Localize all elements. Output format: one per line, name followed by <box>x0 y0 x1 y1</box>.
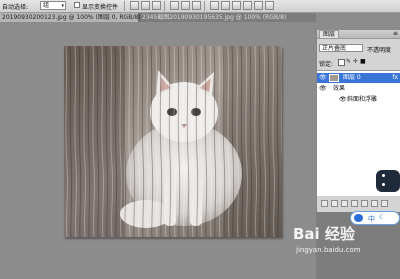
watermark-brand: Bai 经验 <box>293 225 355 243</box>
moon-icon[interactable]: ☾ <box>379 213 385 221</box>
watermark-url: jingyan.baidu.com <box>296 246 361 254</box>
panel-header: 图层 ≡ <box>317 30 400 39</box>
blend-mode-value: 正片叠底 <box>322 45 347 52</box>
trash-icon[interactable] <box>381 200 388 207</box>
eye-icon[interactable]: 👁 <box>319 84 327 94</box>
distribute-bottom-icon[interactable] <box>232 1 241 10</box>
distribute-vcenter-icon[interactable] <box>221 1 230 10</box>
toolbar-divider <box>124 1 125 11</box>
lock-move-icon[interactable]: ✛ <box>353 58 358 65</box>
ime-mode: 中 <box>368 215 375 223</box>
tab-document-1[interactable]: 20190930200123.jpg @ 100% (图层 0, RGB/8) … <box>0 13 145 22</box>
floating-widget[interactable] <box>376 170 400 192</box>
layer-row-selected[interactable]: 👁 图层 0 fx <box>317 73 400 83</box>
align-bottom-icon[interactable] <box>152 1 161 10</box>
distribute-hcenter-icon[interactable] <box>254 1 263 10</box>
effects-label: 效果 <box>333 85 346 92</box>
adjustment-icon[interactable] <box>351 200 358 207</box>
show-transform-label: 显示变换控件 <box>82 4 119 11</box>
align-right-icon[interactable] <box>192 1 201 10</box>
layer-row-bevel-emboss[interactable]: 👁 斜面和浮雕 <box>317 95 400 105</box>
ime-toolbar[interactable]: 中 ☾ <box>350 211 400 225</box>
document-tabs: 20190930200123.jpg @ 100% (图层 0, RGB/8) … <box>0 13 316 22</box>
show-transform-checkbox[interactable] <box>74 2 80 8</box>
tab-label: 2345截图20190930195635.jpg @ 100% (RGB/8) <box>142 14 287 21</box>
eye-icon[interactable]: 👁 <box>339 95 347 105</box>
toolbar-divider <box>164 1 165 11</box>
bevel-emboss-label: 斜面和浮雕 <box>347 96 378 103</box>
options-bar: 自动选择: 组 ▾ 显示变换控件 <box>0 0 400 13</box>
group-folder-icon[interactable] <box>361 200 368 207</box>
add-mask-icon[interactable] <box>341 200 348 207</box>
dot-icon <box>382 183 385 186</box>
align-hcenter-icon[interactable] <box>181 1 190 10</box>
new-layer-icon[interactable] <box>371 200 378 207</box>
distribute-left-icon[interactable] <box>243 1 252 10</box>
auto-select-value: 组 <box>43 2 50 9</box>
embossed-cat-image <box>64 46 282 237</box>
auto-select-dropdown[interactable]: 组 ▾ <box>40 1 66 10</box>
fx-icon[interactable]: fx <box>392 73 398 83</box>
tab-layers[interactable]: 图层 <box>319 30 340 38</box>
layer-name: 图层 0 <box>343 74 361 81</box>
layer-thumbnail <box>329 74 339 82</box>
align-left-icon[interactable] <box>170 1 179 10</box>
auto-select-label: 自动选择: <box>2 4 29 11</box>
layer-row-effects[interactable]: 👁 效果 <box>317 84 400 94</box>
tab-label: 20190930200123.jpg @ 100% (图层 0, RGB/8) … <box>2 14 146 21</box>
layers-tab-label: 图层 <box>323 31 336 38</box>
panel-menu-icon[interactable]: ≡ <box>393 30 398 37</box>
align-top-icon[interactable] <box>130 1 139 10</box>
panel-footer <box>317 196 400 212</box>
lock-label: 锁定: <box>319 61 334 68</box>
add-style-icon[interactable] <box>331 200 338 207</box>
lock-all-icon[interactable]: ■ <box>360 58 366 65</box>
distribute-right-icon[interactable] <box>265 1 274 10</box>
link-icon[interactable] <box>321 200 328 207</box>
eye-icon[interactable]: 👁 <box>319 73 327 83</box>
align-vcenter-icon[interactable] <box>141 1 150 10</box>
toolbar-divider <box>204 1 205 11</box>
ime-logo-icon <box>354 214 363 222</box>
chevron-down-icon: ▾ <box>61 3 64 9</box>
tab-document-2[interactable]: 2345截图20190930195635.jpg @ 100% (RGB/8) <box>140 13 316 22</box>
lock-transparent-icon[interactable] <box>338 59 345 66</box>
distribute-top-icon[interactable] <box>210 1 219 10</box>
opacity-label: 不透明度 <box>367 47 392 54</box>
blend-mode-dropdown[interactable]: 正片叠底 <box>319 44 363 52</box>
document-image[interactable] <box>64 46 282 237</box>
lock-brush-icon[interactable]: ✎ <box>346 58 351 65</box>
dot-icon <box>382 174 385 177</box>
